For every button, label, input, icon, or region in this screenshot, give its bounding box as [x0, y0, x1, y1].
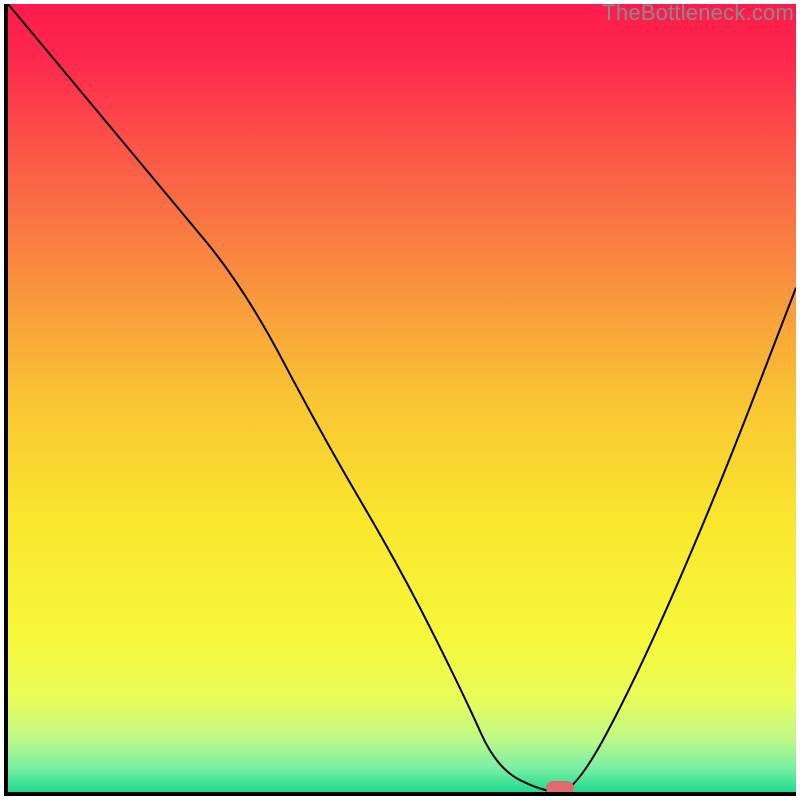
- plot-area: [4, 4, 796, 796]
- curve-layer: [8, 4, 796, 792]
- optimum-marker: [546, 781, 574, 795]
- watermark-text: TheBottleneck.com: [602, 0, 794, 26]
- chart-container: TheBottleneck.com: [0, 0, 800, 800]
- bottleneck-curve: [8, 4, 796, 792]
